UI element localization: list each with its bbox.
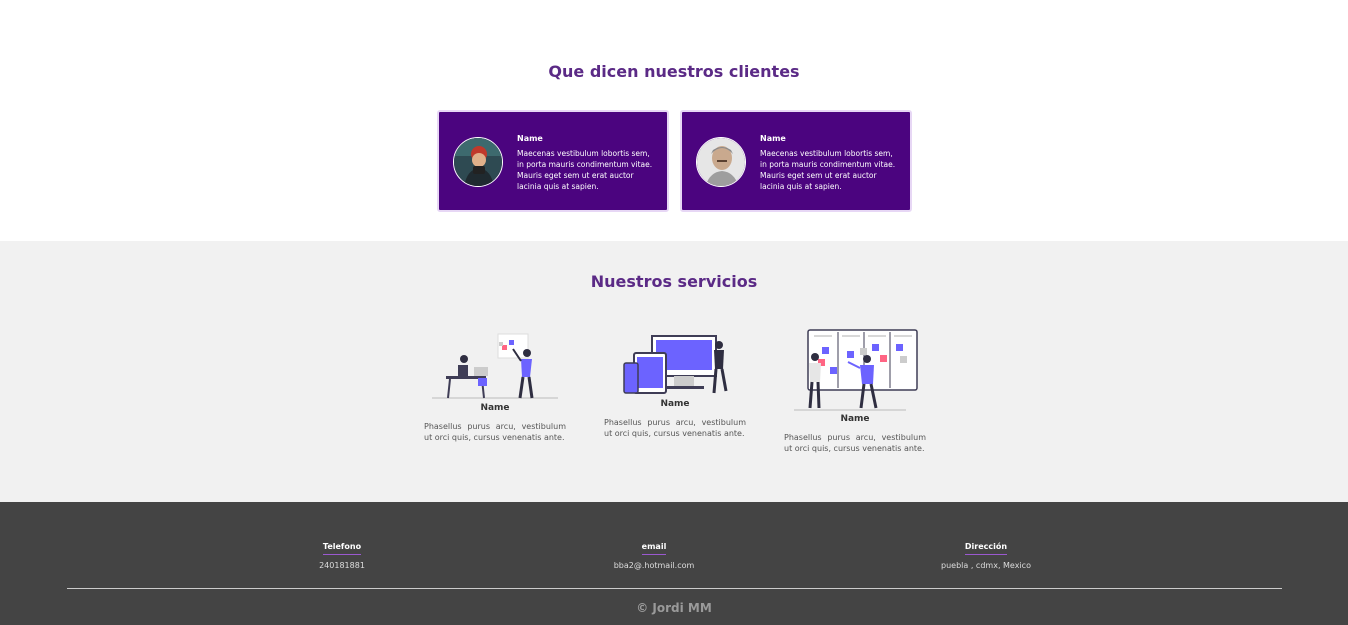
services-section: Nuestros servicios Name Phasellus purus … xyxy=(0,241,1348,502)
client-avatar xyxy=(453,137,503,187)
client-quote: Maecenas vestibulum lobortis sem, in por… xyxy=(517,149,653,191)
footer-address: Dirección puebla , cdmx, Mexico xyxy=(931,534,1041,570)
footer-phone: Telefono 240181881 xyxy=(302,534,382,570)
testimonial-card: Name Maecenas vestibulum lobortis sem, i… xyxy=(437,110,669,212)
testimonials-section: Que dicen nuestros clientes Name Maecena… xyxy=(0,0,1348,241)
phone-label: Telefono xyxy=(322,542,362,555)
service-item: Name Phasellus purus arcu, vestibulum ut… xyxy=(604,333,746,439)
service-description: Phasellus purus arcu, vestibulum ut orci… xyxy=(424,422,566,442)
services-title: Nuestros servicios xyxy=(590,272,758,291)
service-name: Name xyxy=(660,399,690,409)
copyright-text: © Jordi MM xyxy=(636,601,712,615)
footer-email: email bba2@.hotmail.com xyxy=(599,534,709,570)
service-name: Name xyxy=(840,414,870,424)
testimonial-card: Name Maecenas vestibulum lobortis sem, i… xyxy=(680,110,912,212)
testimonials-title: Que dicen nuestros clientes xyxy=(548,62,800,81)
client-name: Name xyxy=(760,134,786,143)
email-link[interactable]: bba2@.hotmail.com xyxy=(599,561,709,570)
service-description: Phasellus purus arcu, vestibulum ut orci… xyxy=(604,418,746,438)
devices-illustration xyxy=(623,335,728,394)
team-work-illustration xyxy=(432,333,558,399)
phone-value[interactable]: 240181881 xyxy=(302,561,382,570)
client-avatar xyxy=(696,137,746,187)
service-name: Name xyxy=(480,403,510,413)
footer: Telefono 240181881 email bba2@.hotmail.c… xyxy=(0,502,1348,625)
kanban-board-illustration xyxy=(794,329,918,411)
service-description: Phasellus purus arcu, vestibulum ut orci… xyxy=(784,433,926,453)
client-name: Name xyxy=(517,134,543,143)
service-item: Name Phasellus purus arcu, vestibulum ut… xyxy=(424,331,566,443)
email-label: email xyxy=(641,542,667,555)
address-value: puebla , cdmx, Mexico xyxy=(941,561,1031,570)
client-quote: Maecenas vestibulum lobortis sem, in por… xyxy=(760,149,896,191)
address-label: Dirección xyxy=(964,542,1008,555)
footer-divider xyxy=(67,588,1282,589)
service-item: Name Phasellus purus arcu, vestibulum ut… xyxy=(784,328,926,454)
